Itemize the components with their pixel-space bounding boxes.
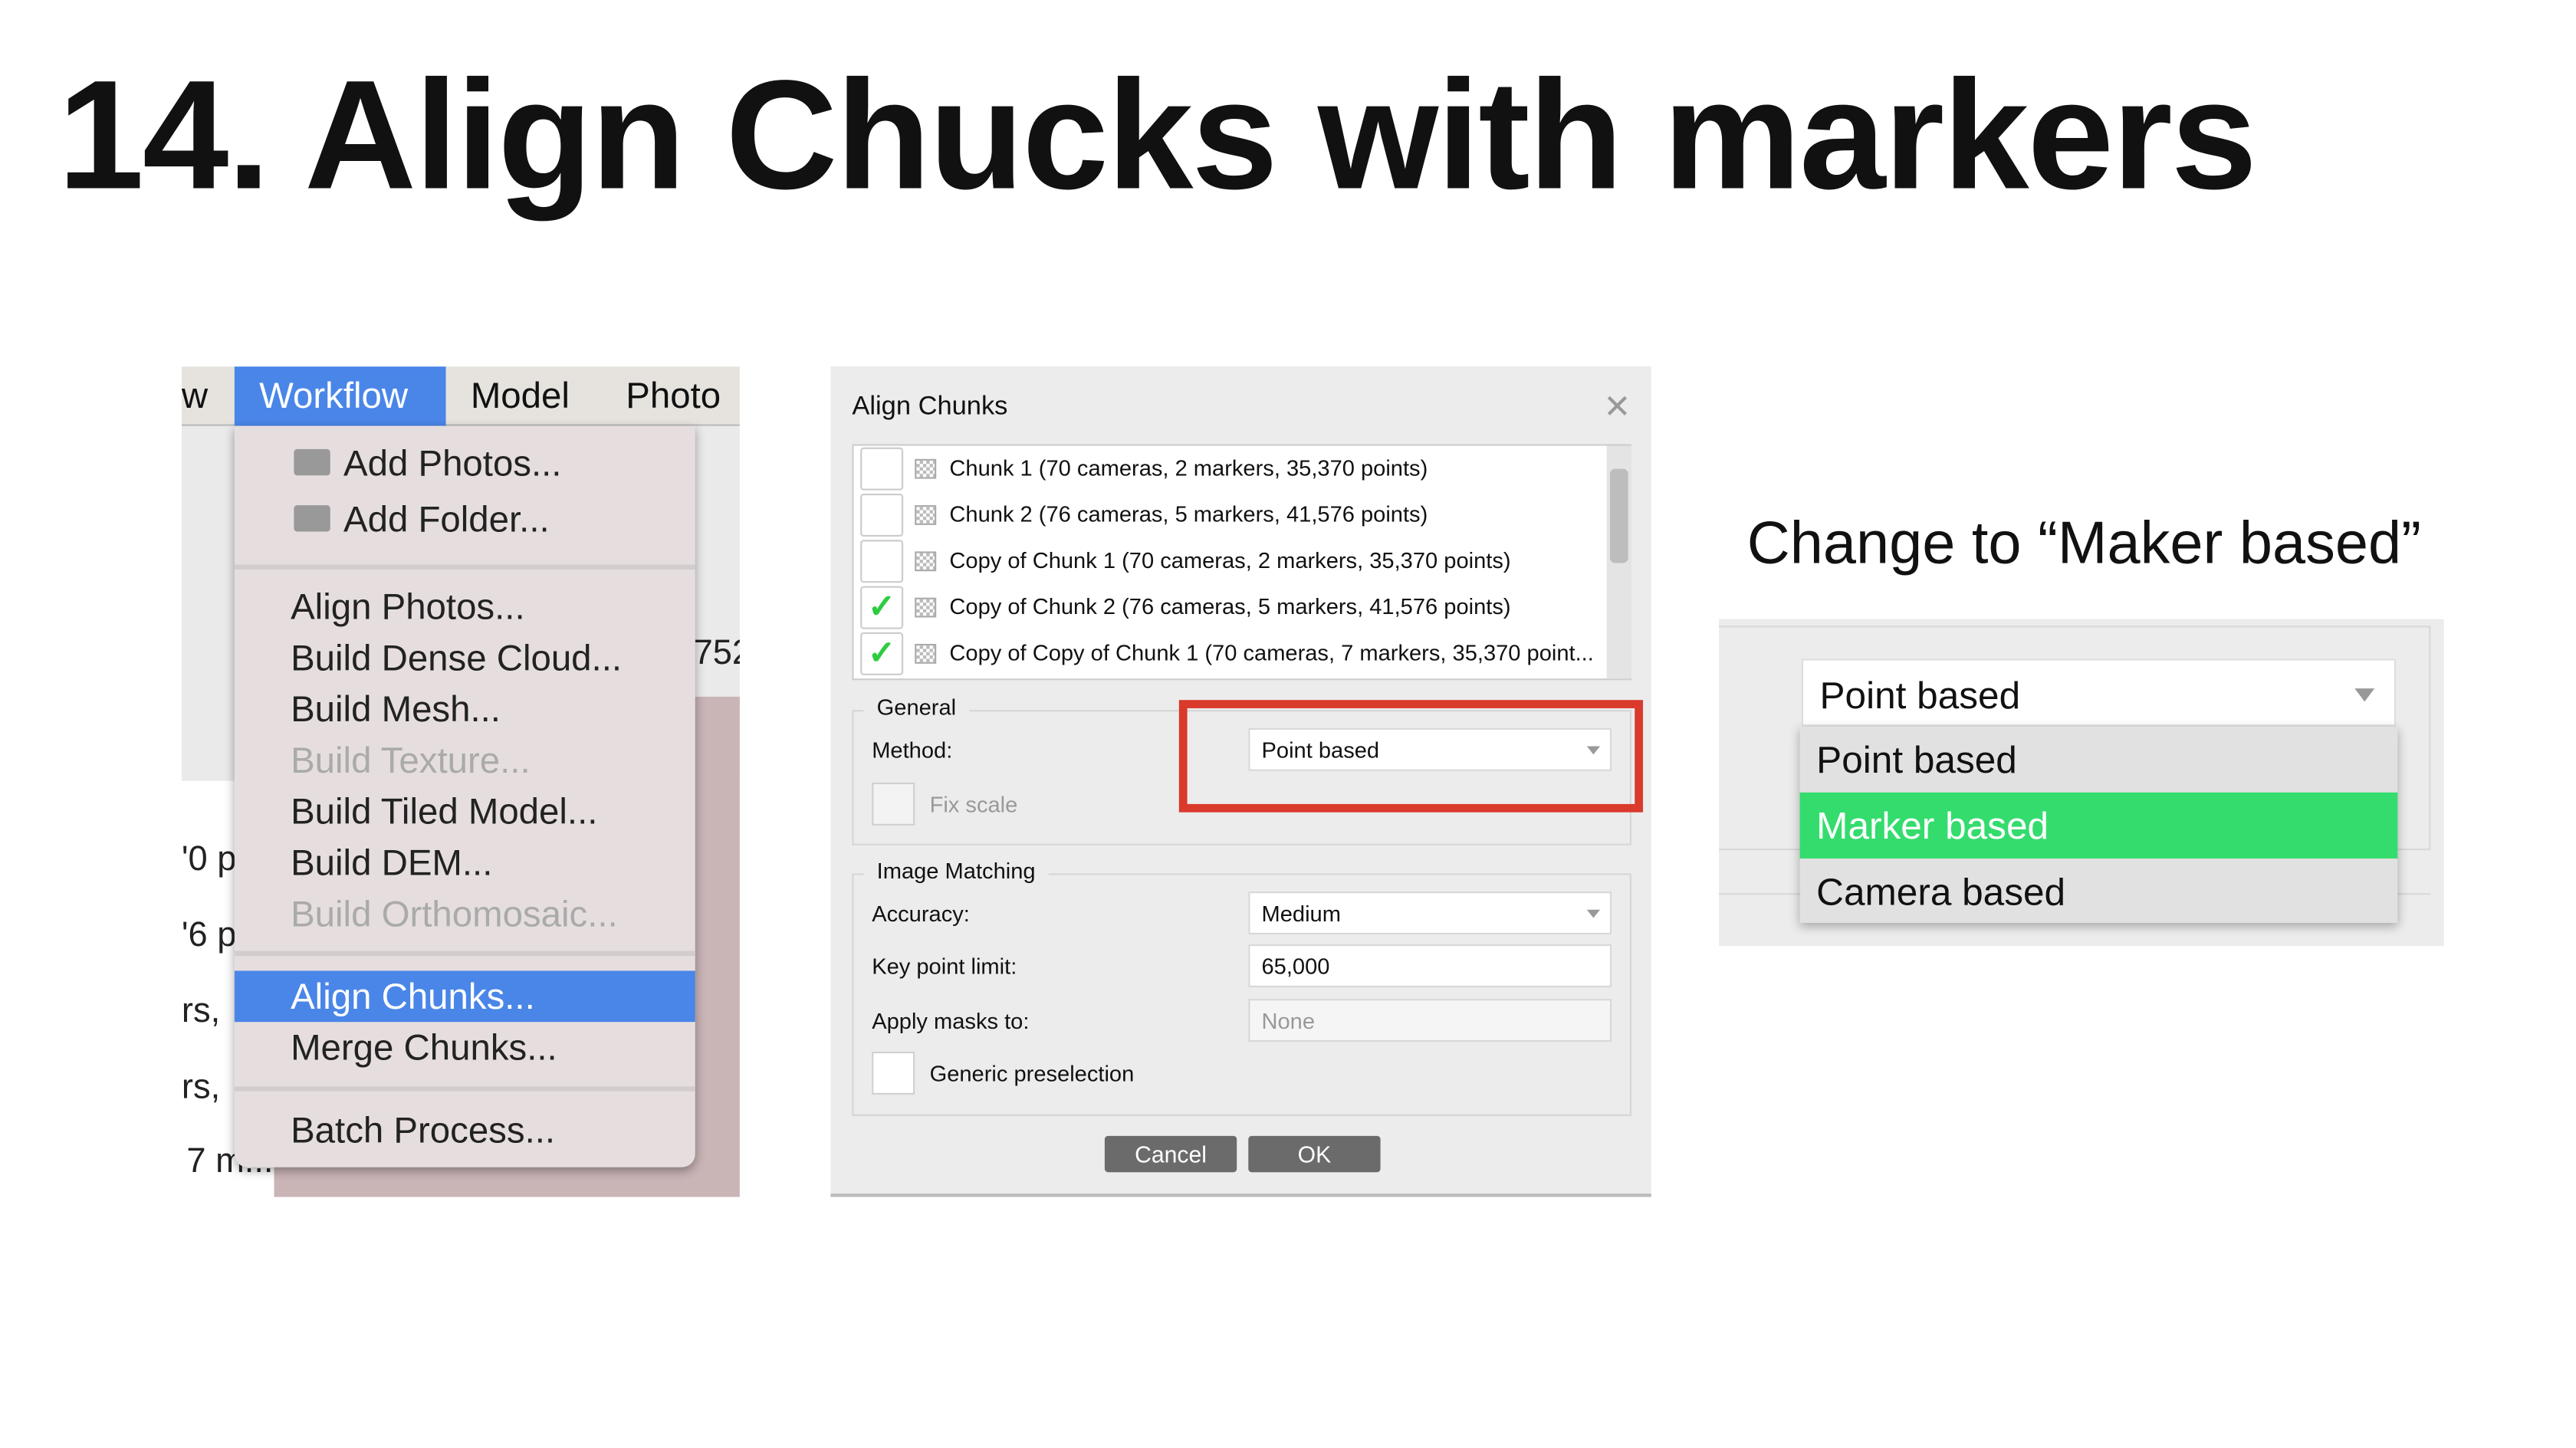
align-chunks-dialog: Align Chunks ✕ Chunk 1 (70 cameras, 2 ma…: [830, 366, 1651, 1197]
accuracy-label: Accuracy:: [872, 901, 970, 927]
chunk-checkbox[interactable]: [860, 493, 904, 537]
method-dropdown-closeup: Point based Point based Marker based Cam…: [1719, 619, 2444, 947]
group-label: General: [863, 694, 970, 721]
workflow-dropdown-menu: Add Photos... Add Folder... Align Photos…: [234, 425, 695, 1167]
chunk-row[interactable]: ✓ Copy of Copy of Chunk 1 (70 cameras, 7…: [854, 631, 1607, 677]
background-text: 752: [693, 634, 740, 672]
chunk-label: Copy of Copy of Chunk 1 (70 cameras, 7 m…: [949, 640, 1594, 665]
add-folder-icon: [294, 505, 330, 532]
slide-title: 14. Align Chucks with markers: [58, 48, 2257, 222]
background-text: '6 p: [181, 916, 237, 954]
scrollbar-thumb[interactable]: [1609, 468, 1628, 563]
menu-item-build-tiled-model[interactable]: Build Tiled Model...: [291, 791, 597, 834]
chunk-icon: [915, 597, 937, 618]
chunk-icon: [915, 551, 937, 572]
menu-item-build-mesh[interactable]: Build Mesh...: [291, 688, 501, 731]
menu-item-batch-process[interactable]: Batch Process...: [291, 1109, 555, 1152]
background-text: rs,: [181, 1068, 221, 1107]
menu-item-add-folder[interactable]: Add Folder...: [343, 498, 550, 541]
chunk-label: Chunk 1 (70 cameras, 2 markers, 35,370 p…: [949, 455, 1428, 481]
checkmark-icon: ✓: [868, 589, 896, 626]
apply-masks-select: None: [1248, 999, 1612, 1042]
chunk-checkbox[interactable]: [860, 447, 904, 491]
chunk-row[interactable]: Chunk 1 (70 cameras, 2 markers, 35,370 p…: [854, 446, 1607, 492]
close-icon[interactable]: ✕: [1603, 386, 1631, 428]
list-scrollbar[interactable]: [1606, 445, 1631, 679]
menubar-item-photo[interactable]: Photo: [626, 375, 721, 418]
accuracy-select[interactable]: Medium: [1248, 891, 1612, 935]
annotation-highlight-box: [1178, 700, 1644, 813]
chunk-icon: [915, 643, 937, 664]
menu-item-add-photos[interactable]: Add Photos...: [343, 442, 562, 485]
option-point-based[interactable]: Point based: [1800, 727, 2398, 793]
group-label: Image Matching: [863, 858, 1049, 884]
menu-item-build-dense-cloud[interactable]: Build Dense Cloud...: [291, 637, 622, 680]
chunk-label: Copy of Chunk 2 (76 cameras, 5 markers, …: [949, 594, 1511, 619]
apply-masks-label: Apply masks to:: [872, 1008, 1030, 1034]
menu-separator: [234, 951, 695, 957]
option-camera-based[interactable]: Camera based: [1800, 859, 2398, 924]
menubar-item-model[interactable]: Model: [471, 375, 570, 418]
chunk-row[interactable]: ✓ Copy of Chunk 2 (76 cameras, 5 markers…: [854, 584, 1607, 630]
method-value: Point based: [1819, 673, 2021, 717]
accuracy-value: Medium: [1261, 901, 1341, 927]
ok-button[interactable]: OK: [1248, 1135, 1381, 1173]
generic-preselection-checkbox[interactable]: [872, 1051, 915, 1095]
menu-item-merge-chunks[interactable]: Merge Chunks...: [291, 1027, 557, 1070]
chunk-label: Chunk 2 (76 cameras, 5 markers, 41,576 p…: [949, 501, 1428, 527]
method-options-list: Point based Marker based Camera based: [1799, 726, 2398, 924]
background-text: '0 p: [181, 840, 237, 878]
fix-scale-label: Fix scale: [929, 792, 1018, 818]
chunk-checkbox-checked[interactable]: ✓: [860, 632, 904, 675]
chunk-checkbox[interactable]: [860, 540, 904, 583]
menu-separator: [234, 564, 695, 570]
generic-preselection-label: Generic preselection: [929, 1061, 1135, 1087]
dialog-title: Align Chunks: [852, 392, 1008, 422]
chunk-label: Copy of Chunk 1 (70 cameras, 2 markers, …: [949, 548, 1511, 573]
keypoint-limit-label: Key point limit:: [872, 954, 1017, 980]
chunk-checkbox-checked[interactable]: ✓: [860, 586, 904, 629]
menubar-item-workflow[interactable]: Workflow: [234, 366, 446, 426]
keypoint-limit-input[interactable]: 65,000: [1248, 944, 1612, 987]
method-select[interactable]: Point based: [1801, 658, 2397, 727]
menu-item-build-texture: Build Texture...: [291, 739, 531, 781]
menu-separator: [234, 1086, 695, 1092]
fix-scale-checkbox: [872, 782, 915, 826]
menubar: w Workflow Model Photo: [181, 366, 740, 426]
chunk-icon: [915, 505, 937, 525]
chevron-down-icon: [1586, 909, 1601, 918]
menu-item-build-orthomosaic: Build Orthomosaic...: [291, 893, 618, 935]
checkmark-icon: ✓: [868, 635, 896, 672]
chevron-down-icon: [2354, 688, 2375, 702]
menu-item-align-chunks[interactable]: Align Chunks...: [291, 976, 535, 1019]
instruction-text: Change to “Maker based”: [1746, 508, 2421, 576]
menubar-item-partial[interactable]: w: [182, 375, 208, 418]
option-marker-based[interactable]: Marker based: [1799, 792, 2398, 859]
divider: [1719, 625, 2430, 628]
cancel-button[interactable]: Cancel: [1104, 1135, 1237, 1173]
menu-item-align-photos[interactable]: Align Photos...: [291, 586, 525, 629]
chunk-icon: [915, 458, 937, 479]
chunk-row[interactable]: Chunk 2 (76 cameras, 5 markers, 41,576 p…: [854, 492, 1607, 538]
menu-item-build-dem[interactable]: Build DEM...: [291, 842, 492, 885]
apply-masks-value: None: [1261, 1008, 1316, 1034]
chunk-list: Chunk 1 (70 cameras, 2 markers, 35,370 p…: [852, 444, 1631, 681]
divider: [2429, 625, 2431, 851]
chunk-row[interactable]: Copy of Chunk 1 (70 cameras, 2 markers, …: [854, 538, 1607, 584]
add-photos-icon: [294, 448, 330, 476]
workflow-menu-screenshot: 752 '0 p '6 p rs, rs, 7 m... w Workflow …: [181, 366, 740, 1197]
background-text: rs,: [181, 992, 221, 1030]
method-label: Method:: [872, 737, 953, 763]
